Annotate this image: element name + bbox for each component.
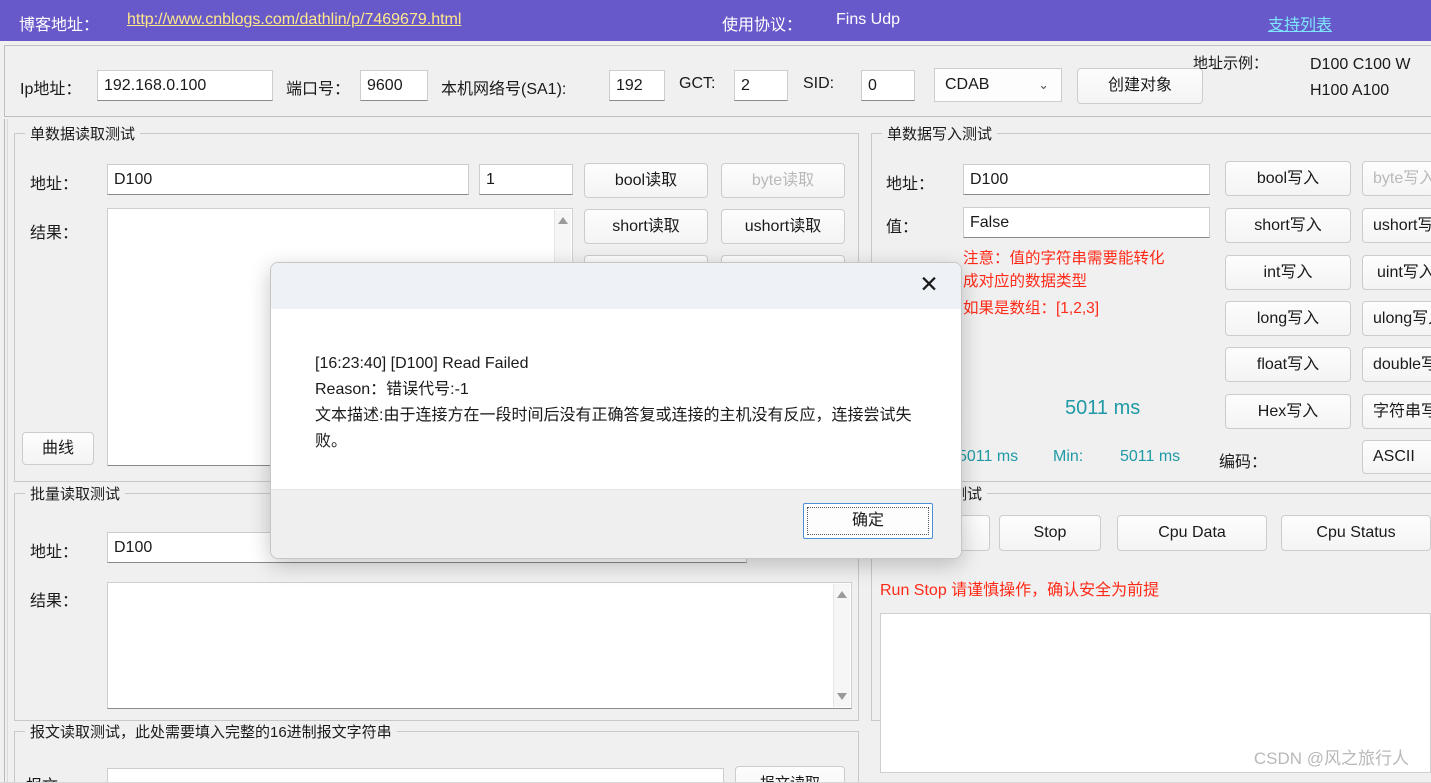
stop-button[interactable]: Stop	[999, 515, 1101, 551]
dialog-message-line2: Reason：错误代号:-1	[315, 381, 469, 398]
dialog-body: [16:23:40] [D100] Read Failed Reason：错误代…	[271, 309, 961, 491]
long-write-button[interactable]: long写入	[1225, 301, 1351, 336]
blog-address-link[interactable]: http://www.cnblogs.com/dathlin/p/7469679…	[127, 11, 461, 29]
write-address-label: 地址：	[886, 176, 935, 193]
error-dialog: ✕ [16:23:40] [D100] Read Failed Reason：错…	[270, 262, 962, 559]
byte-order-value: CDAB	[945, 76, 990, 93]
string-write-button[interactable]: 字符串写入	[1362, 394, 1431, 429]
short-write-button[interactable]: short写入	[1225, 208, 1351, 243]
address-example-label: 地址示例：	[1193, 55, 1269, 72]
application-window: 博客地址： http://www.cnblogs.com/dathlin/p/7…	[0, 0, 1431, 783]
dialog-message: [16:23:40] [D100] Read Failed Reason：错误代…	[315, 351, 935, 455]
run-stop-warning: Run Stop 请谨慎操作，确认安全为前提	[880, 582, 1160, 599]
max-time-value: 5011 ms	[958, 448, 1019, 465]
float-write-button[interactable]: float写入	[1225, 347, 1351, 382]
single-read-title: 单数据读取测试	[25, 123, 141, 144]
int-write-button[interactable]: int写入	[1225, 255, 1351, 290]
hex-write-button[interactable]: Hex写入	[1225, 394, 1351, 429]
bool-write-button[interactable]: bool写入	[1225, 161, 1351, 196]
batch-read-title: 批量读取测试	[25, 483, 126, 504]
cpu-data-button[interactable]: Cpu Data	[1117, 515, 1267, 551]
ulong-write-button[interactable]: ulong写入	[1362, 301, 1431, 336]
port-input[interactable]	[360, 70, 428, 101]
top-banner: 博客地址： http://www.cnblogs.com/dathlin/p/7…	[0, 0, 1431, 41]
short-read-button[interactable]: short读取	[584, 209, 708, 244]
message-read-title: 报文读取测试，此处需要填入完整的16进制报文字符串	[25, 721, 397, 742]
ushort-write-button[interactable]: ushort写入	[1362, 208, 1431, 243]
sid-label: SID:	[803, 75, 835, 92]
scroll-down-icon[interactable]	[837, 693, 847, 700]
address-example-line2: H100 A100	[1310, 82, 1390, 99]
protocol-value: Fins Udp	[836, 11, 901, 28]
ip-address-label: Ip地址：	[20, 81, 82, 98]
read-result-label: 结果：	[30, 225, 79, 242]
cpu-status-button[interactable]: Cpu Status	[1281, 515, 1431, 551]
sa1-input[interactable]	[609, 70, 665, 101]
batch-result-label: 结果：	[30, 593, 79, 610]
encoding-label: 编码：	[1219, 454, 1268, 471]
write-value-label: 值：	[886, 219, 919, 236]
write-note-line2: 成对应的数据类型	[963, 273, 1088, 290]
batch-result-scrollbar[interactable]	[833, 584, 850, 707]
window-left-border	[4, 119, 8, 783]
scroll-up-icon[interactable]	[558, 217, 568, 224]
single-write-title: 单数据写入测试	[882, 123, 998, 144]
write-address-input[interactable]	[963, 164, 1210, 195]
dialog-message-line3: 文本描述:由于连接方在一段时间后没有正确答复或连接的主机没有反应，连接尝试失败。	[315, 407, 912, 450]
curve-button[interactable]: 曲线	[22, 432, 94, 465]
gct-label: GCT:	[679, 75, 716, 92]
batch-result-box[interactable]	[107, 582, 852, 709]
read-length-input[interactable]	[479, 164, 573, 195]
message-input[interactable]	[107, 768, 724, 783]
read-address-input[interactable]	[107, 164, 469, 195]
blog-address-label: 博客地址：	[19, 17, 100, 34]
byte-write-button: byte写入	[1362, 161, 1431, 196]
dialog-footer: 确定	[271, 489, 961, 558]
message-read-button[interactable]: 报文读取	[735, 766, 845, 783]
dialog-message-line1: [16:23:40] [D100] Read Failed	[315, 355, 529, 372]
write-note-line1: 注意：值的字符串需要能转化	[963, 250, 1165, 267]
write-value-input[interactable]	[963, 207, 1210, 238]
port-label: 端口号：	[286, 81, 351, 98]
elapsed-time-value: 5011 ms	[1065, 397, 1141, 419]
batch-address-label: 地址：	[30, 544, 79, 561]
create-object-button[interactable]: 创建对象	[1077, 68, 1203, 104]
chevron-down-icon: ⌄	[1038, 77, 1049, 92]
dialog-titlebar: ✕	[271, 263, 961, 309]
read-address-label: 地址：	[30, 176, 79, 193]
write-note-line3: 如果是数组：[1,2,3]	[963, 300, 1100, 317]
support-list-link[interactable]: 支持列表	[1268, 11, 1332, 35]
close-icon[interactable]: ✕	[911, 268, 947, 302]
address-example-line1: D100 C100 W	[1310, 56, 1411, 73]
uint-write-button[interactable]: uint写入	[1362, 255, 1431, 290]
protocol-label: 使用协议：	[722, 17, 803, 34]
byte-order-select[interactable]: CDAB ⌄	[934, 68, 1062, 102]
ip-address-input[interactable]	[97, 70, 273, 101]
scroll-up-icon[interactable]	[837, 591, 847, 598]
sa1-label: 本机网络号(SA1):	[441, 81, 567, 98]
double-write-button[interactable]: double写入	[1362, 347, 1431, 382]
min-time-label: Min:	[1053, 448, 1084, 465]
gct-input[interactable]	[734, 70, 788, 101]
bool-read-button[interactable]: bool读取	[584, 163, 708, 198]
min-time-value: 5011 ms	[1120, 448, 1181, 465]
csdn-watermark: CSDN @风之旅行人	[1253, 749, 1409, 768]
dialog-ok-button[interactable]: 确定	[803, 503, 933, 539]
ushort-read-button[interactable]: ushort读取	[721, 209, 845, 244]
byte-read-button: byte读取	[721, 163, 845, 198]
sid-input[interactable]	[861, 70, 915, 101]
focus-outline	[807, 507, 929, 535]
encoding-select[interactable]: ASCII	[1362, 440, 1431, 474]
